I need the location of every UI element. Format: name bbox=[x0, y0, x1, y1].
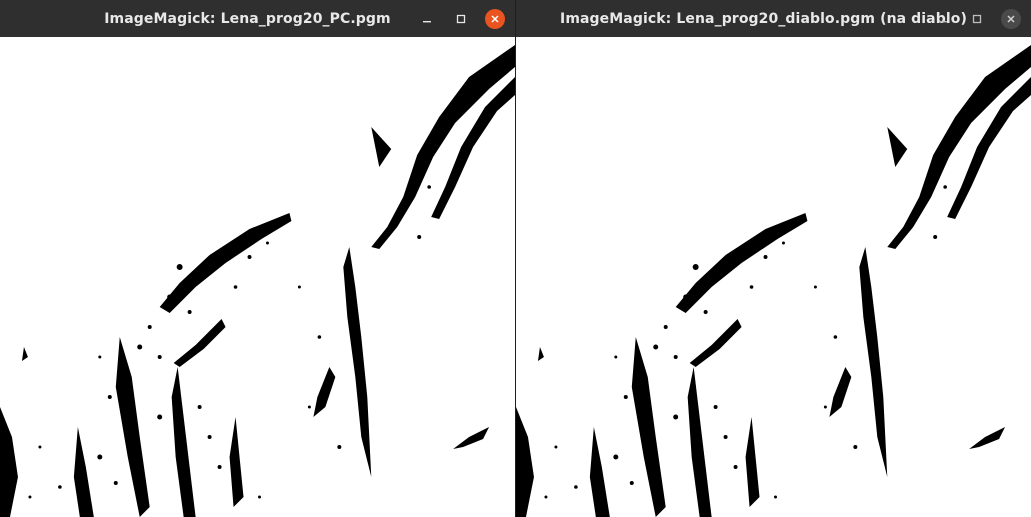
window-controls bbox=[933, 0, 1021, 37]
image-canvas bbox=[0, 37, 515, 517]
window-title: ImageMagick: Lena_prog20_diablo.pgm (na … bbox=[560, 10, 967, 27]
image-canvas bbox=[516, 37, 1031, 517]
window-controls bbox=[417, 0, 505, 37]
close-icon[interactable] bbox=[1001, 8, 1021, 29]
imagemagick-window-pc: ImageMagick: Lena_prog20_PC.pgm bbox=[0, 0, 516, 517]
lena-dithered-image bbox=[516, 45, 1031, 517]
minimize-icon[interactable] bbox=[417, 9, 437, 29]
minimize-icon[interactable] bbox=[933, 9, 953, 29]
imagemagick-window-diablo: ImageMagick: Lena_prog20_diablo.pgm (na … bbox=[516, 0, 1031, 517]
lena-dithered-image bbox=[0, 45, 515, 517]
maximize-icon[interactable] bbox=[451, 9, 471, 29]
maximize-icon[interactable] bbox=[967, 9, 987, 29]
window-title: ImageMagick: Lena_prog20_PC.pgm bbox=[104, 10, 391, 27]
window-titlebar[interactable]: ImageMagick: Lena_prog20_diablo.pgm (na … bbox=[516, 0, 1031, 37]
window-titlebar[interactable]: ImageMagick: Lena_prog20_PC.pgm bbox=[0, 0, 515, 37]
close-icon[interactable] bbox=[485, 8, 505, 29]
